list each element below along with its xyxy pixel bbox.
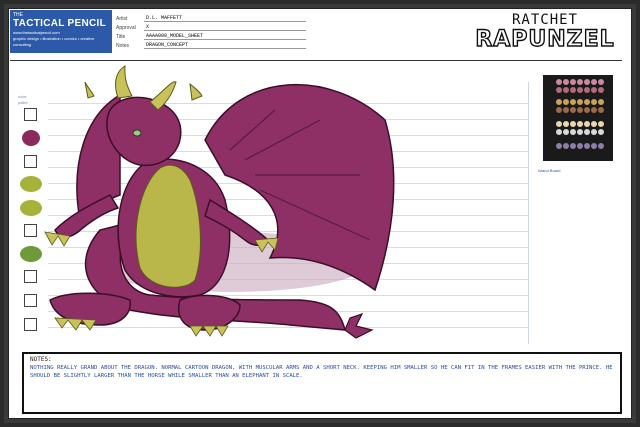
palette-label[interactable]: Island Board (538, 168, 560, 173)
notes-box: NOTES: NOTHING REALLY GRAND ABOUT THE DR… (22, 352, 622, 414)
notes-heading: NOTES: (30, 356, 52, 363)
notes-text: NOTHING REALLY GRAND ABOUT THE DRAGON. N… (30, 365, 613, 379)
color-palette-reference[interactable] (543, 75, 613, 161)
palette-swatches (556, 79, 604, 149)
